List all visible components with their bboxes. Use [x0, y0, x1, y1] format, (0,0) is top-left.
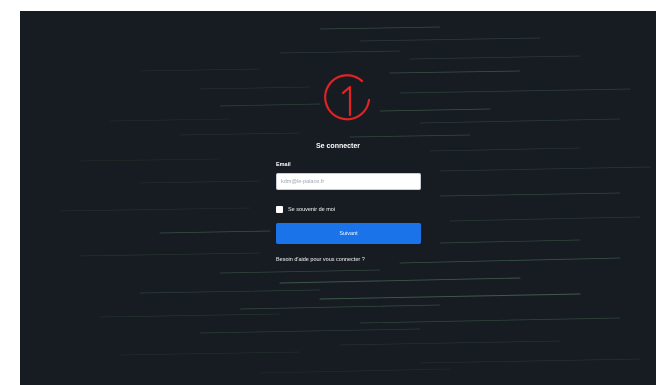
remember-me-checkbox[interactable] — [276, 206, 283, 213]
email-field[interactable] — [276, 173, 421, 190]
remember-me-toggle[interactable]: Se souvenir de moi — [276, 206, 335, 213]
help-link[interactable]: Besoin d'aide pour vous connecter ? — [276, 257, 365, 263]
circled-one-logo — [324, 74, 371, 121]
email-label: Email — [276, 162, 291, 168]
remember-me-label: Se souvenir de moi — [288, 206, 336, 213]
next-button[interactable]: Suivant — [276, 223, 421, 244]
login-page: Se connecter Email Se souvenir de moi Su… — [20, 11, 656, 385]
page-title: Se connecter — [316, 143, 360, 150]
background-streaks — [59, 26, 651, 374]
